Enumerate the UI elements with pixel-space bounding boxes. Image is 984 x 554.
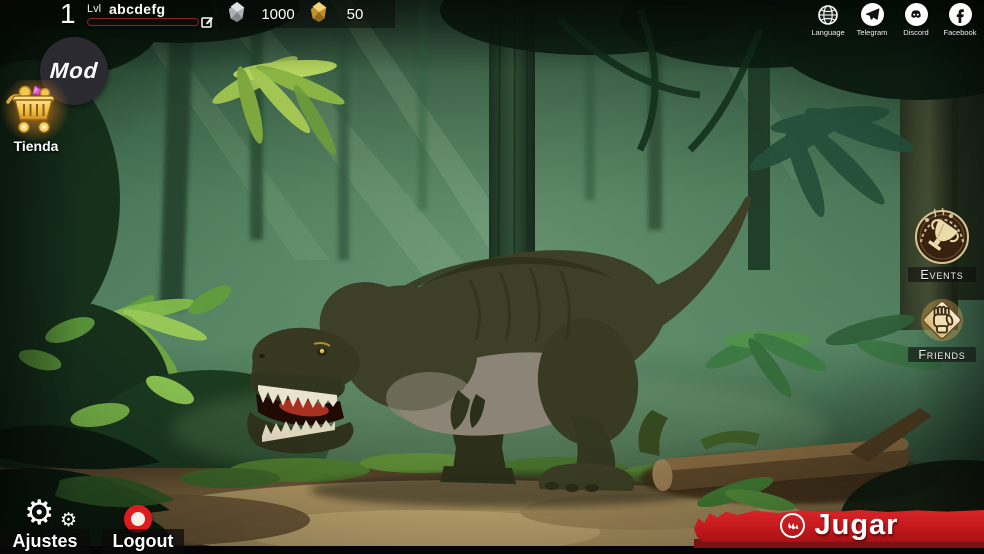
settings-gear-icon[interactable]: ⚙ — [24, 496, 54, 530]
jungle-background — [0, 0, 984, 554]
telegram-button[interactable]: Telegram — [850, 3, 894, 37]
gold-amount: 50 — [329, 6, 381, 23]
xp-progress-bar — [87, 18, 199, 26]
edit-name-icon[interactable] — [201, 15, 214, 28]
trophy-icon — [913, 208, 971, 266]
stone-amount: 1000 — [247, 6, 309, 23]
social-label: Language — [811, 28, 844, 37]
shop-label: Tienda — [4, 138, 68, 154]
logout-button[interactable]: Logout — [102, 529, 184, 554]
friends-label-bar: Friends — [908, 347, 976, 362]
logout-label: Logout — [113, 531, 174, 552]
globe-icon — [817, 3, 840, 26]
stone-currency-icon — [227, 1, 247, 28]
events-label-bar: Events — [908, 267, 976, 282]
facebook-icon — [949, 3, 972, 26]
telegram-icon — [861, 3, 884, 26]
player-name: abcdefg — [109, 1, 165, 17]
gold-currency-icon — [309, 1, 329, 28]
fist-icon — [916, 294, 968, 346]
social-label: Telegram — [857, 28, 888, 37]
settings-gear-small-icon[interactable]: ⚙ — [60, 511, 77, 530]
events-button[interactable]: Events — [908, 208, 976, 282]
events-label: Events — [920, 268, 963, 282]
shop-button[interactable]: Tienda — [4, 84, 68, 141]
player-panel: 1 Lvl abcdefg — [0, 0, 213, 30]
discord-icon — [905, 3, 928, 26]
discord-button[interactable]: Discord — [894, 3, 938, 37]
friends-button[interactable]: Friends — [908, 294, 976, 362]
social-bar: Language Telegram Discord — [806, 3, 982, 37]
play-label: Jugar — [815, 509, 899, 542]
game-main-menu: 1 Lvl abcdefg 1000 50 — [0, 0, 984, 554]
player-level: 1 — [60, 0, 76, 30]
facebook-button[interactable]: Facebook — [938, 3, 982, 37]
lvl-label: Lvl — [87, 3, 101, 15]
social-label: Facebook — [944, 28, 977, 37]
settings-button[interactable]: Ajustes — [0, 529, 90, 554]
friends-label: Friends — [918, 348, 965, 362]
language-button[interactable]: Language — [806, 3, 850, 37]
settings-label: Ajustes — [12, 531, 77, 552]
currency-panel: 1000 50 — [217, 0, 395, 28]
shopping-cart-icon — [4, 84, 60, 136]
claw-icon — [777, 510, 808, 541]
social-label: Discord — [903, 28, 928, 37]
